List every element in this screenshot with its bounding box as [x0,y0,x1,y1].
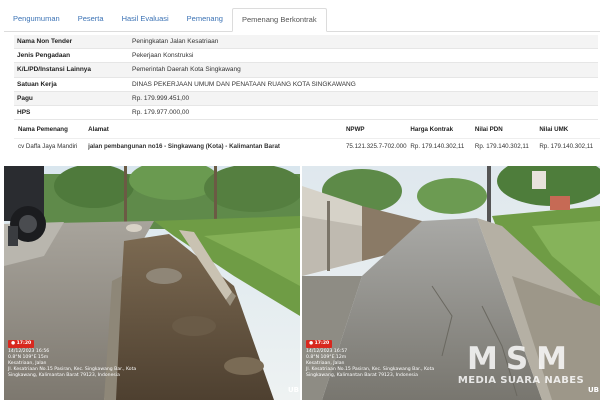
winner-name: cv Daffa Jaya Mandiri [18,143,78,150]
winner-npwp: 75.121.325.7-702.000 [345,143,407,150]
info-row: Jenis Pengadaan Pekerjaan Konstruksi [14,49,598,64]
info-value: Rp. 179.999.451,00 [132,94,190,102]
tab-bar: Pengumuman Peserta Hasil Evaluasi Pemena… [4,8,600,32]
col-header-harga: Harga Kontrak [410,126,454,133]
ub-logo: UB [588,386,600,394]
stamp-line: Singkawang, Kalimantan Barat 79123, Indo… [306,373,418,378]
watermark-small: MEDIA SUARA NABES [457,375,585,386]
info-value: Pemerintah Daerah Kota Singkawang [132,66,241,74]
info-row: Nama Non Tender Peningkatan Jalan Kesatr… [14,35,598,50]
winner-table-header: Nama Pemenang Alamat NPWP Harga Kontrak … [14,122,600,138]
col-header-npwp: NPWP [345,126,365,133]
winner-harga: Rp. 179.140.302,11 [410,143,465,150]
col-spacer [299,122,346,138]
stamp-badge: ● 17:20 [8,340,35,348]
info-row: Satuan Kerja DINAS PEKERJAAN UMUM DAN PE… [14,78,598,92]
info-label: K/L/PD/Instansi Lainnya [17,66,92,74]
col-header-pdn: Nilai PDN [474,126,503,133]
info-value: DINAS PEKERJAAN UMUM DAN PENATAAN RUANG … [132,80,356,88]
winner-address: jalan pembangunan no16 - Singkawang (Kot… [88,143,280,150]
tab-pengumuman[interactable]: Pengumuman [4,8,69,31]
tab-peserta[interactable]: Peserta [69,8,113,31]
photo-stamp-right: ● 17:20 14/12/2023 16:57 0.8°N 109°E 12m… [306,340,434,379]
stamp-badge: ● 17:20 [306,340,333,348]
info-label: Satuan Kerja [17,80,57,88]
tab-hasil-evaluasi[interactable]: Hasil Evaluasi [113,8,178,31]
info-value: Pekerjaan Konstruksi [132,52,194,60]
road-photo-left: ● 17:20 14/12/2023 16:56 0.8°N 109°E 15m… [4,166,300,400]
info-row: HPS Rp. 179.977.000,00 [14,106,598,121]
info-value: Rp. 179.977.000,00 [132,108,190,116]
tab-pemenang-berkontrak[interactable]: Pemenang Berkontrak [231,8,327,32]
info-label: Jenis Pengadaan [17,52,71,60]
col-header-nama: Nama Pemenang [18,126,68,133]
col-spacer [299,139,346,154]
photo-stamp-left: ● 17:20 14/12/2023 16:56 0.8°N 109°E 15m… [8,340,136,379]
info-label: Pagu [17,94,33,102]
stamp-line: Singkawang, Kalimantan Barat 79123, Indo… [8,373,120,378]
info-label: HPS [17,108,31,116]
table-row: cv Daffa Jaya Mandiri jalan pembangunan … [14,138,600,154]
winner-pdn: Rp. 179.140.302,11 [474,143,529,150]
info-row: K/L/PD/Instansi Lainnya Pemerintah Daera… [14,63,598,78]
info-value: Peningkatan Jalan Kesatriaan [132,38,219,45]
col-header-umk: Nilai UMK [539,126,569,133]
tab-pemenang[interactable]: Pemenang [178,8,232,31]
info-row: Pagu Rp. 179.999.451,00 [14,91,598,106]
winner-table: Nama Pemenang Alamat NPWP Harga Kontrak … [14,122,600,154]
info-label: Nama Non Tender [17,38,73,45]
winner-umk: Rp. 179.140.302,11 [539,143,594,150]
watermark-big: MSM [466,341,576,377]
tender-info-table: Nama Non Tender Peningkatan Jalan Kesatr… [14,35,598,121]
ub-logo: UB [288,386,300,394]
watermark-logo: MSM MEDIA SUARA NABES [446,344,596,387]
col-header-alamat: Alamat [88,126,109,133]
